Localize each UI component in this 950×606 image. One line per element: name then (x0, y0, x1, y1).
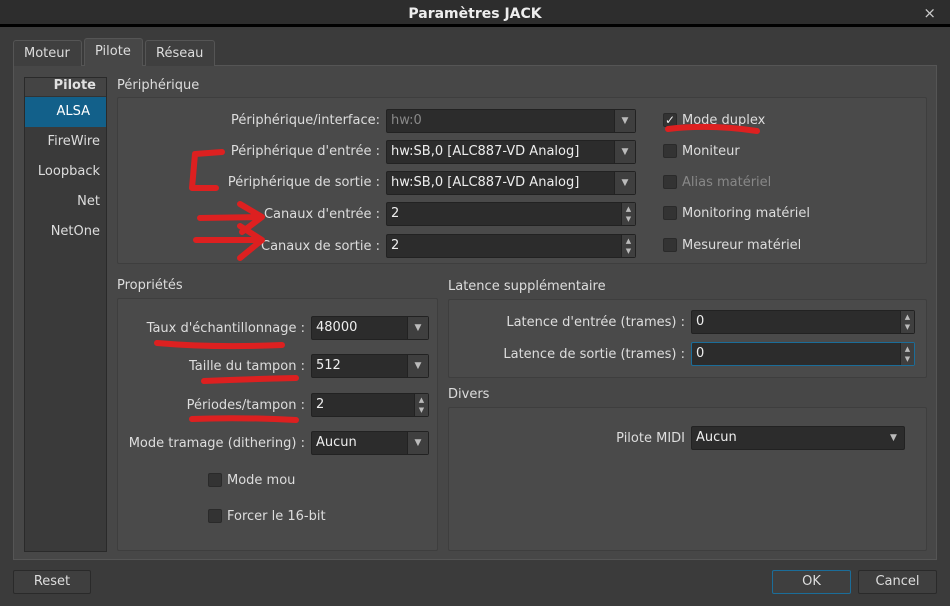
dither-label: Mode tramage (dithering) : (128, 436, 305, 451)
in-channels-spinbox[interactable]: 2 ▲ ▼ (386, 202, 636, 226)
chevron-down-icon[interactable]: ▼ (407, 432, 428, 454)
out-latency-spinbox[interactable]: 0 ▲ ▼ (691, 342, 915, 366)
force16-label: Forcer le 16-bit (227, 509, 326, 524)
input-device-value: hw:SB,0 [ALC887-VD Analog] (391, 144, 580, 159)
tab-moteur[interactable]: Moteur (13, 40, 82, 66)
soft-mode-label: Mode mou (227, 473, 296, 488)
chevron-down-icon[interactable]: ▼ (883, 427, 904, 449)
in-latency-spinbox[interactable]: 0 ▲ ▼ (691, 310, 915, 334)
hw-meter-label: Mesureur matériel (682, 238, 802, 253)
soft-mode-checkbox[interactable] (208, 473, 222, 487)
midi-label: Pilote MIDI (616, 431, 685, 446)
force16-checkbox[interactable] (208, 509, 222, 523)
latence-title: Latence supplémentaire (448, 279, 606, 294)
periods-label: Périodes/tampon : (186, 398, 305, 413)
out-channels-spinbox[interactable]: 2 ▲ ▼ (386, 234, 636, 258)
buffer-value: 512 (316, 358, 341, 373)
driver-list[interactable]: Pilote ALSA FireWire Loopback Net NetOne (24, 77, 107, 552)
buffer-combo[interactable]: 512 ▼ (311, 354, 429, 378)
hw-alias-checkbox (663, 175, 677, 189)
driver-item-net[interactable]: Net (25, 187, 106, 217)
chevron-down-icon[interactable]: ▼ (407, 355, 428, 377)
in-latency-value: 0 (696, 314, 705, 329)
chevron-down-icon[interactable]: ▼ (614, 141, 635, 163)
out-latency-value: 0 (696, 346, 705, 361)
chevron-down-icon[interactable]: ▼ (407, 317, 428, 339)
in-channels-value: 2 (391, 206, 400, 221)
spin-arrows-icon[interactable]: ▲ ▼ (621, 235, 635, 257)
close-icon[interactable]: × (923, 4, 936, 22)
driver-item-netone[interactable]: NetOne (25, 217, 106, 247)
hw-meter-checkbox[interactable] (663, 238, 677, 252)
hw-monitoring-label: Monitoring matériel (682, 206, 810, 221)
driver-list-header: Pilote (25, 78, 106, 97)
periods-spinbox[interactable]: 2 ▲ ▼ (311, 393, 429, 417)
periods-value: 2 (316, 397, 325, 412)
interface-value: hw:0 (391, 113, 422, 128)
duplex-label: Mode duplex (682, 113, 766, 128)
tab-pilote[interactable]: Pilote (84, 38, 143, 66)
spin-arrows-icon[interactable]: ▲ ▼ (900, 343, 914, 365)
driver-item-loopback[interactable]: Loopback (25, 157, 106, 187)
spin-arrows-icon[interactable]: ▲ ▼ (414, 394, 428, 416)
output-device-label: Périphérique de sortie : (227, 175, 380, 190)
output-device-value: hw:SB,0 [ALC887-VD Analog] (391, 175, 580, 190)
midi-value: Aucun (696, 430, 737, 445)
peripherique-title: Périphérique (117, 78, 200, 93)
out-channels-label: Canaux de sortie : (261, 239, 380, 254)
window-title: Paramètres JACK (408, 6, 542, 22)
reset-button[interactable]: Reset (13, 570, 91, 594)
driver-item-firewire[interactable]: FireWire (25, 127, 106, 157)
spin-arrows-icon[interactable]: ▲ ▼ (621, 203, 635, 225)
midi-combo[interactable]: Aucun ▼ (691, 426, 905, 450)
divers-title: Divers (448, 387, 490, 402)
output-device-combo[interactable]: hw:SB,0 [ALC887-VD Analog] ▼ (386, 171, 636, 195)
buffer-label: Taille du tampon : (188, 359, 305, 374)
dither-value: Aucun (316, 435, 357, 450)
driver-item-alsa[interactable]: ALSA (25, 97, 106, 127)
chevron-down-icon: ▼ (614, 110, 635, 132)
duplex-checkbox[interactable]: ✓ (663, 113, 677, 127)
input-device-label: Périphérique d'entrée : (230, 144, 380, 159)
dither-combo[interactable]: Aucun ▼ (311, 431, 429, 455)
rate-label: Taux d'échantillonnage : (146, 321, 305, 336)
in-channels-label: Canaux d'entrée : (263, 207, 380, 222)
input-device-combo[interactable]: hw:SB,0 [ALC887-VD Analog] ▼ (386, 140, 636, 164)
monitor-checkbox[interactable] (663, 144, 677, 158)
spin-arrows-icon[interactable]: ▲ ▼ (900, 311, 914, 333)
proprietes-title: Propriétés (117, 278, 183, 293)
out-channels-value: 2 (391, 238, 400, 253)
tab-reseau[interactable]: Réseau (145, 40, 215, 66)
cancel-button[interactable]: Cancel (858, 570, 937, 594)
ok-button[interactable]: OK (772, 570, 851, 594)
hw-alias-label: Alias matériel (682, 175, 772, 190)
out-latency-label: Latence de sortie (trames) : (503, 347, 685, 362)
monitor-label: Moniteur (682, 144, 740, 159)
rate-value: 48000 (316, 320, 358, 335)
interface-combo: hw:0 ▼ (386, 109, 636, 133)
rate-combo[interactable]: 48000 ▼ (311, 316, 429, 340)
in-latency-label: Latence d'entrée (trames) : (506, 315, 685, 330)
hw-monitoring-checkbox[interactable] (663, 206, 677, 220)
interface-label: Périphérique/interface: (230, 113, 380, 128)
chevron-down-icon[interactable]: ▼ (614, 172, 635, 194)
